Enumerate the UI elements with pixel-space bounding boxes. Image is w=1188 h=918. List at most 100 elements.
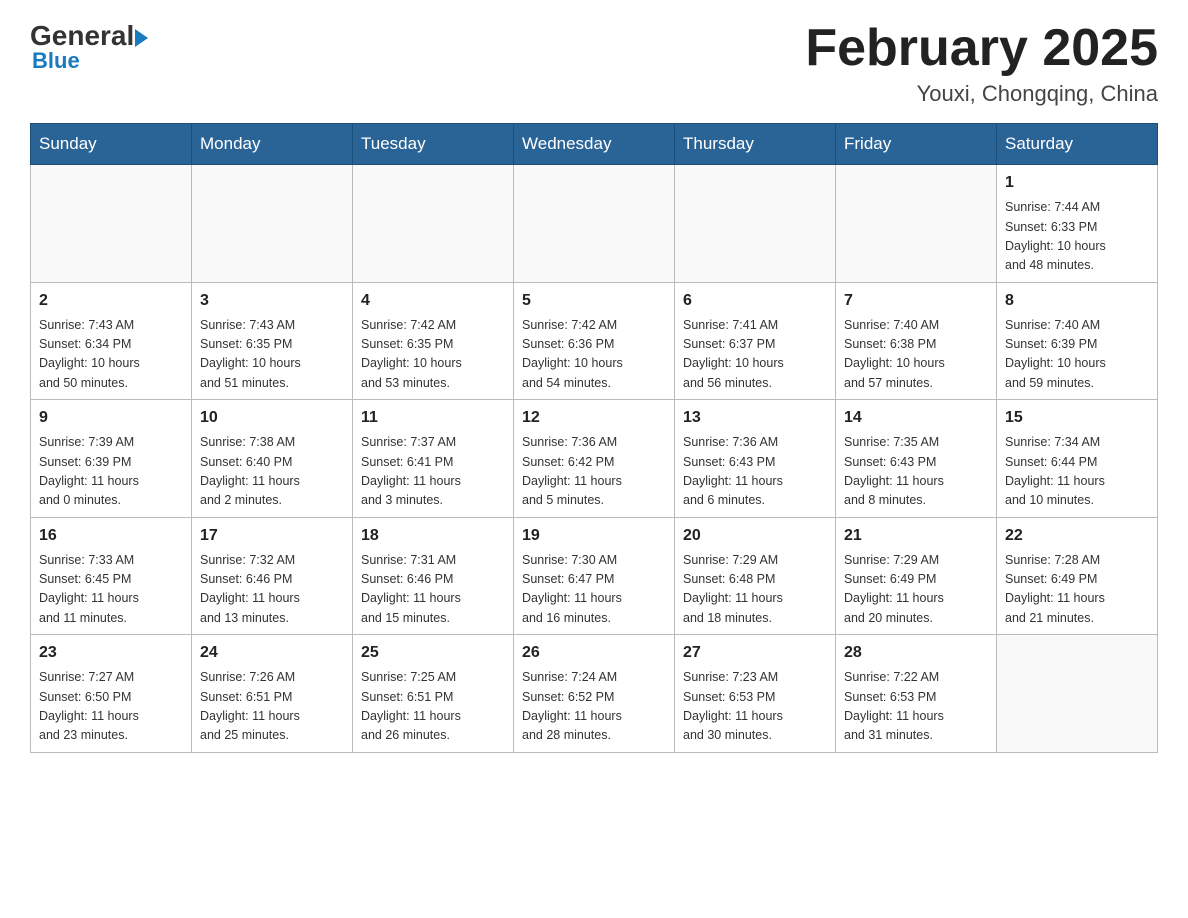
calendar-cell: 24 Sunrise: 7:26 AMSunset: 6:51 PMDayligh… xyxy=(192,635,353,753)
calendar-cell: 28 Sunrise: 7:22 AMSunset: 6:53 PMDayligh… xyxy=(836,635,997,753)
day-number: 6 xyxy=(683,289,827,313)
day-number: 19 xyxy=(522,524,666,548)
day-number: 24 xyxy=(200,641,344,665)
day-info: Sunrise: 7:36 AMSunset: 6:42 PMDaylight:… xyxy=(522,433,666,511)
day-info: Sunrise: 7:36 AMSunset: 6:43 PMDaylight:… xyxy=(683,433,827,511)
day-info: Sunrise: 7:30 AMSunset: 6:47 PMDaylight:… xyxy=(522,551,666,629)
day-number: 16 xyxy=(39,524,183,548)
day-info: Sunrise: 7:38 AMSunset: 6:40 PMDaylight:… xyxy=(200,433,344,511)
weekday-saturday: Saturday xyxy=(997,124,1158,165)
day-number: 28 xyxy=(844,641,988,665)
day-number: 4 xyxy=(361,289,505,313)
calendar-cell: 14 Sunrise: 7:35 AMSunset: 6:43 PMDayligh… xyxy=(836,400,997,518)
weekday-monday: Monday xyxy=(192,124,353,165)
calendar-cell: 11 Sunrise: 7:37 AMSunset: 6:41 PMDayligh… xyxy=(353,400,514,518)
day-number: 14 xyxy=(844,406,988,430)
calendar-cell xyxy=(514,165,675,283)
day-number: 2 xyxy=(39,289,183,313)
calendar-cell: 7 Sunrise: 7:40 AMSunset: 6:38 PMDaylight… xyxy=(836,282,997,400)
day-number: 15 xyxy=(1005,406,1149,430)
calendar-week-2: 2 Sunrise: 7:43 AMSunset: 6:34 PMDaylight… xyxy=(31,282,1158,400)
day-number: 13 xyxy=(683,406,827,430)
calendar-cell: 25 Sunrise: 7:25 AMSunset: 6:51 PMDayligh… xyxy=(353,635,514,753)
day-info: Sunrise: 7:24 AMSunset: 6:52 PMDaylight:… xyxy=(522,668,666,746)
day-info: Sunrise: 7:27 AMSunset: 6:50 PMDaylight:… xyxy=(39,668,183,746)
day-info: Sunrise: 7:42 AMSunset: 6:35 PMDaylight:… xyxy=(361,316,505,394)
logo: General Blue xyxy=(30,20,148,74)
day-info: Sunrise: 7:28 AMSunset: 6:49 PMDaylight:… xyxy=(1005,551,1149,629)
calendar-cell: 1 Sunrise: 7:44 AMSunset: 6:33 PMDaylight… xyxy=(997,165,1158,283)
day-info: Sunrise: 7:32 AMSunset: 6:46 PMDaylight:… xyxy=(200,551,344,629)
weekday-wednesday: Wednesday xyxy=(514,124,675,165)
weekday-row: Sunday Monday Tuesday Wednesday Thursday… xyxy=(31,124,1158,165)
calendar-cell xyxy=(675,165,836,283)
calendar-cell: 6Sunrise: 7:41 AMSunset: 6:37 PMDaylight… xyxy=(675,282,836,400)
month-title: February 2025 xyxy=(805,20,1158,77)
calendar-cell: 5 Sunrise: 7:42 AMSunset: 6:36 PMDaylight… xyxy=(514,282,675,400)
calendar-week-4: 16 Sunrise: 7:33 AMSunset: 6:45 PMDayligh… xyxy=(31,517,1158,635)
calendar-cell xyxy=(192,165,353,283)
location: Youxi, Chongqing, China xyxy=(805,81,1158,107)
day-number: 9 xyxy=(39,406,183,430)
day-info: Sunrise: 7:26 AMSunset: 6:51 PMDaylight:… xyxy=(200,668,344,746)
calendar-cell: 22Sunrise: 7:28 AMSunset: 6:49 PMDayligh… xyxy=(997,517,1158,635)
day-info: Sunrise: 7:42 AMSunset: 6:36 PMDaylight:… xyxy=(522,316,666,394)
day-number: 17 xyxy=(200,524,344,548)
day-info: Sunrise: 7:40 AMSunset: 6:38 PMDaylight:… xyxy=(844,316,988,394)
day-info: Sunrise: 7:33 AMSunset: 6:45 PMDaylight:… xyxy=(39,551,183,629)
weekday-friday: Friday xyxy=(836,124,997,165)
day-info: Sunrise: 7:39 AMSunset: 6:39 PMDaylight:… xyxy=(39,433,183,511)
day-info: Sunrise: 7:37 AMSunset: 6:41 PMDaylight:… xyxy=(361,433,505,511)
page-header: General Blue February 2025 Youxi, Chongq… xyxy=(30,20,1158,107)
calendar-cell: 20 Sunrise: 7:29 AMSunset: 6:48 PMDayligh… xyxy=(675,517,836,635)
calendar-cell: 27 Sunrise: 7:23 AMSunset: 6:53 PMDayligh… xyxy=(675,635,836,753)
calendar-cell: 9 Sunrise: 7:39 AMSunset: 6:39 PMDaylight… xyxy=(31,400,192,518)
day-number: 1 xyxy=(1005,171,1149,195)
weekday-sunday: Sunday xyxy=(31,124,192,165)
calendar-cell: 26Sunrise: 7:24 AMSunset: 6:52 PMDayligh… xyxy=(514,635,675,753)
day-info: Sunrise: 7:29 AMSunset: 6:49 PMDaylight:… xyxy=(844,551,988,629)
day-info: Sunrise: 7:31 AMSunset: 6:46 PMDaylight:… xyxy=(361,551,505,629)
day-info: Sunrise: 7:25 AMSunset: 6:51 PMDaylight:… xyxy=(361,668,505,746)
calendar-cell xyxy=(836,165,997,283)
calendar-cell: 16 Sunrise: 7:33 AMSunset: 6:45 PMDayligh… xyxy=(31,517,192,635)
title-section: February 2025 Youxi, Chongqing, China xyxy=(805,20,1158,107)
day-number: 5 xyxy=(522,289,666,313)
day-info: Sunrise: 7:40 AMSunset: 6:39 PMDaylight:… xyxy=(1005,316,1149,394)
day-info: Sunrise: 7:23 AMSunset: 6:53 PMDaylight:… xyxy=(683,668,827,746)
calendar-cell: 18 Sunrise: 7:31 AMSunset: 6:46 PMDayligh… xyxy=(353,517,514,635)
day-info: Sunrise: 7:44 AMSunset: 6:33 PMDaylight:… xyxy=(1005,198,1149,276)
calendar-cell: 4 Sunrise: 7:42 AMSunset: 6:35 PMDaylight… xyxy=(353,282,514,400)
calendar-week-3: 9 Sunrise: 7:39 AMSunset: 6:39 PMDaylight… xyxy=(31,400,1158,518)
day-number: 12 xyxy=(522,406,666,430)
calendar-cell: 15Sunrise: 7:34 AMSunset: 6:44 PMDayligh… xyxy=(997,400,1158,518)
weekday-thursday: Thursday xyxy=(675,124,836,165)
calendar-cell: 8 Sunrise: 7:40 AMSunset: 6:39 PMDaylight… xyxy=(997,282,1158,400)
day-number: 11 xyxy=(361,406,505,430)
calendar-cell: 10 Sunrise: 7:38 AMSunset: 6:40 PMDayligh… xyxy=(192,400,353,518)
day-number: 25 xyxy=(361,641,505,665)
day-info: Sunrise: 7:22 AMSunset: 6:53 PMDaylight:… xyxy=(844,668,988,746)
calendar-cell: 23 Sunrise: 7:27 AMSunset: 6:50 PMDayligh… xyxy=(31,635,192,753)
calendar-cell xyxy=(353,165,514,283)
day-number: 8 xyxy=(1005,289,1149,313)
calendar-cell: 13 Sunrise: 7:36 AMSunset: 6:43 PMDayligh… xyxy=(675,400,836,518)
calendar-week-1: 1 Sunrise: 7:44 AMSunset: 6:33 PMDaylight… xyxy=(31,165,1158,283)
day-info: Sunrise: 7:29 AMSunset: 6:48 PMDaylight:… xyxy=(683,551,827,629)
calendar-week-5: 23 Sunrise: 7:27 AMSunset: 6:50 PMDayligh… xyxy=(31,635,1158,753)
day-info: Sunrise: 7:43 AMSunset: 6:34 PMDaylight:… xyxy=(39,316,183,394)
calendar-body: 1 Sunrise: 7:44 AMSunset: 6:33 PMDaylight… xyxy=(31,165,1158,753)
day-number: 20 xyxy=(683,524,827,548)
calendar-header: Sunday Monday Tuesday Wednesday Thursday… xyxy=(31,124,1158,165)
calendar-cell: 21 Sunrise: 7:29 AMSunset: 6:49 PMDayligh… xyxy=(836,517,997,635)
calendar-cell: 3Sunrise: 7:43 AMSunset: 6:35 PMDaylight… xyxy=(192,282,353,400)
day-info: Sunrise: 7:35 AMSunset: 6:43 PMDaylight:… xyxy=(844,433,988,511)
day-number: 7 xyxy=(844,289,988,313)
calendar-cell: 12 Sunrise: 7:36 AMSunset: 6:42 PMDayligh… xyxy=(514,400,675,518)
day-number: 18 xyxy=(361,524,505,548)
calendar-cell: 2 Sunrise: 7:43 AMSunset: 6:34 PMDaylight… xyxy=(31,282,192,400)
day-number: 27 xyxy=(683,641,827,665)
day-number: 21 xyxy=(844,524,988,548)
day-number: 10 xyxy=(200,406,344,430)
day-number: 23 xyxy=(39,641,183,665)
